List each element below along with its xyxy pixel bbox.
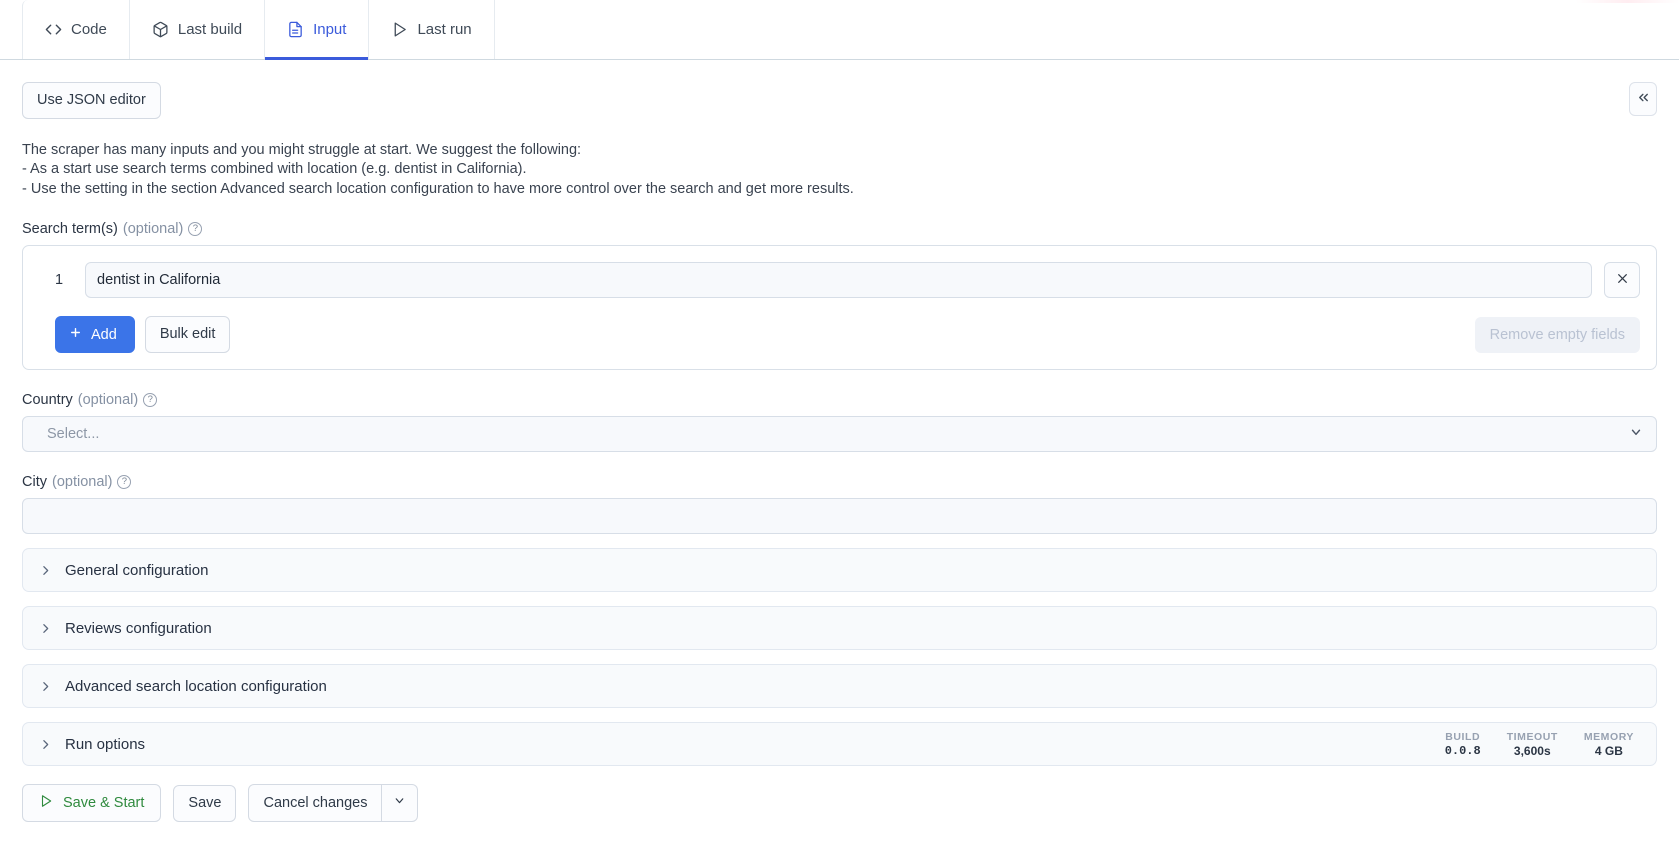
remove-search-term-button[interactable] xyxy=(1604,262,1640,299)
question-circle-icon[interactable]: ? xyxy=(143,393,158,408)
package-icon xyxy=(152,21,169,38)
chevron-right-icon xyxy=(39,680,52,693)
cancel-changes-button[interactable]: Cancel changes xyxy=(248,784,383,822)
tab-last-run[interactable]: Last run xyxy=(369,0,495,59)
code-icon xyxy=(45,21,62,38)
chevron-down-icon xyxy=(393,794,406,812)
play-icon xyxy=(39,794,53,812)
run-options-memory-key: MEMORY xyxy=(1583,730,1634,743)
chevron-right-icon xyxy=(39,564,52,577)
editor-toolbar: Use JSON editor xyxy=(22,60,1657,119)
search-terms-array-editor: 1 Add Bulk edit xyxy=(22,245,1657,371)
double-chevron-left-icon xyxy=(1636,90,1651,108)
question-circle-icon[interactable]: ? xyxy=(188,222,203,237)
run-options-meta: BUILD 0.0.8 TIMEOUT 3,600s MEMORY 4 GB xyxy=(1445,731,1640,758)
run-options-timeout-key: TIMEOUT xyxy=(1506,730,1558,743)
tab-last-build-label: Last build xyxy=(177,21,243,38)
tab-bar: Code Last build Input Last run xyxy=(0,0,1679,60)
country-label-row: Country (optional) ? xyxy=(22,392,1657,408)
tab-input-label: Input xyxy=(313,21,347,38)
array-editor-actions: Add Bulk edit Remove empty fields xyxy=(39,316,1640,354)
search-terms-label-row: Search term(s) (optional) ? xyxy=(22,221,1657,237)
form-actions: Save & Start Save Cancel changes xyxy=(22,784,1657,823)
question-circle-icon[interactable]: ? xyxy=(117,475,132,490)
tab-last-build[interactable]: Last build xyxy=(129,0,266,59)
section-advanced-search-location-configuration[interactable]: Advanced search location configuration xyxy=(22,664,1657,709)
remove-empty-fields-button[interactable]: Remove empty fields xyxy=(1474,316,1640,353)
country-label: Country xyxy=(22,392,73,409)
chevron-right-icon xyxy=(39,738,52,751)
form-description: The scraper has many inputs and you migh… xyxy=(22,141,1657,200)
section-run-options-title: Run options xyxy=(65,735,146,753)
city-input[interactable] xyxy=(22,498,1657,535)
add-button-label: Add xyxy=(91,326,117,343)
save-button[interactable]: Save xyxy=(173,784,237,822)
collapse-panel-button[interactable] xyxy=(1629,82,1657,116)
search-term-index: 1 xyxy=(55,272,64,289)
city-label: City xyxy=(22,474,47,491)
search-terms-label: Search term(s) xyxy=(22,221,118,238)
input-form: Use JSON editor The scraper has many inp… xyxy=(0,60,1679,823)
cancel-changes-dropdown-button[interactable] xyxy=(382,784,419,822)
plus-icon xyxy=(69,326,82,343)
section-advanced-title: Advanced search location configuration xyxy=(65,677,327,695)
save-and-start-button[interactable]: Save & Start xyxy=(22,784,162,823)
chevron-down-icon xyxy=(1629,425,1643,443)
country-optional: (optional) xyxy=(77,392,139,409)
run-options-memory: MEMORY 4 GB xyxy=(1584,731,1634,758)
search-term-row: 1 xyxy=(39,262,1640,299)
tab-input[interactable]: Input xyxy=(265,0,370,60)
city-label-row: City (optional) ? xyxy=(22,474,1657,490)
section-reviews-title: Reviews configuration xyxy=(65,619,212,637)
save-and-start-label: Save & Start xyxy=(63,795,145,812)
section-reviews-configuration[interactable]: Reviews configuration xyxy=(22,606,1657,651)
city-optional: (optional) xyxy=(51,474,113,491)
tab-code[interactable]: Code xyxy=(22,0,130,59)
country-select[interactable]: Select... xyxy=(22,416,1657,453)
run-options-build-key: BUILD xyxy=(1445,730,1481,743)
search-term-input[interactable] xyxy=(85,262,1592,299)
search-terms-optional: (optional) xyxy=(122,221,184,238)
tab-code-label: Code xyxy=(71,21,107,38)
run-options-timeout-value: 3,600s xyxy=(1513,743,1551,758)
cancel-changes-split-button: Cancel changes xyxy=(248,784,419,822)
use-json-editor-button[interactable]: Use JSON editor xyxy=(22,82,161,119)
country-select-placeholder: Select... xyxy=(47,426,100,443)
close-icon xyxy=(1616,272,1629,289)
play-icon xyxy=(391,21,408,38)
bulk-edit-button[interactable]: Bulk edit xyxy=(144,316,231,353)
run-options-memory-value: 4 GB xyxy=(1594,743,1623,758)
section-run-options[interactable]: Run options BUILD 0.0.8 TIMEOUT 3,600s M… xyxy=(22,722,1657,767)
section-general-title: General configuration xyxy=(65,561,209,579)
description-line-1: The scraper has many inputs and you migh… xyxy=(22,141,582,158)
add-search-term-button[interactable]: Add xyxy=(55,316,135,354)
description-line-3: - Use the setting in the section Advance… xyxy=(22,180,854,197)
document-icon xyxy=(287,21,304,38)
chevron-right-icon xyxy=(39,622,52,635)
run-options-build: BUILD 0.0.8 xyxy=(1445,731,1481,758)
run-options-timeout: TIMEOUT 3,600s xyxy=(1507,731,1558,758)
run-options-build-value: 0.0.8 xyxy=(1444,743,1481,758)
section-general-configuration[interactable]: General configuration xyxy=(22,548,1657,593)
description-line-2: - As a start use search terms combined w… xyxy=(22,161,527,178)
input-page: Code Last build Input Last run Use JSON … xyxy=(0,0,1679,844)
tab-last-run-label: Last run xyxy=(417,21,472,38)
